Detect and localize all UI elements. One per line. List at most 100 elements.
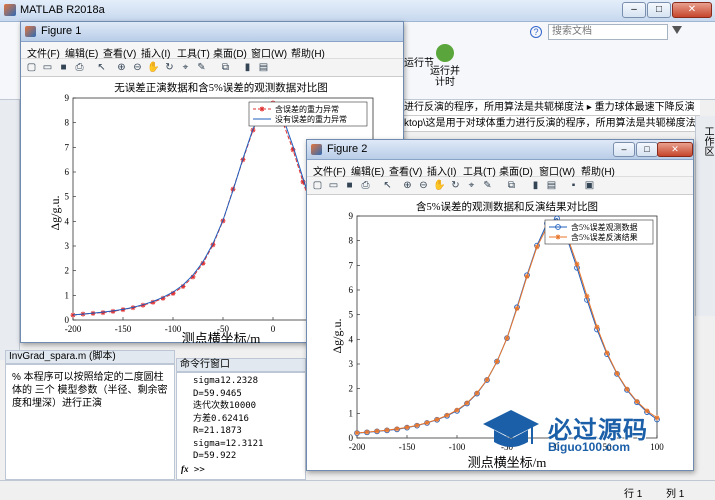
figure-2-toolbar: ▢ ▭ ■ ⎙ ↖ ⊕ ⊖ ✋ ↻ ⌖ ✎ ⧉ ▮ ▤ ▪ ▣ — [307, 177, 693, 195]
graduation-cap-icon — [483, 410, 539, 447]
command-window[interactable]: sigma12.2328 D=59.9465 迭代次数10000 方差0.624… — [176, 372, 306, 480]
pointer-icon[interactable]: ↖ — [381, 179, 394, 192]
figure-2-title-bar[interactable]: Figure 2 – □ ✕ — [307, 140, 693, 160]
run-and-time-icon[interactable] — [436, 44, 454, 62]
y-tick-label: 6 — [349, 285, 354, 295]
star-marker — [434, 417, 440, 422]
legend-icon[interactable]: ▤ — [545, 179, 558, 192]
menu-file[interactable]: 文件(F) — [27, 45, 60, 60]
menu-desktop[interactable]: 桌面(D) — [499, 163, 533, 178]
cmd-line: R=21.1873 — [193, 426, 242, 436]
save-icon[interactable]: ■ — [343, 179, 356, 192]
watermark-site: Biguo100.com — [548, 440, 631, 454]
y-tick-label: 2 — [349, 384, 354, 394]
pan-icon[interactable]: ✋ — [147, 61, 160, 74]
star-marker — [464, 400, 470, 406]
hide-plot-tools-icon[interactable]: ▪ — [567, 179, 580, 192]
breadcrumb-path[interactable]: 进行反演的程序，所用算法是共轭梯度法 ▸ 重力球体最速下降反演 — [400, 100, 700, 116]
rotate-icon[interactable]: ↻ — [449, 179, 462, 192]
link-icon[interactable]: ⧉ — [505, 179, 518, 192]
figure-2-maximize-button[interactable]: □ — [636, 142, 658, 157]
brush-icon[interactable]: ✎ — [195, 61, 208, 74]
star-marker — [504, 335, 510, 341]
x-tick-label: 0 — [271, 324, 276, 334]
zoom-out-icon[interactable]: ⊖ — [131, 61, 144, 74]
y-tick-label: 9 — [349, 211, 354, 221]
help-icon[interactable]: ? — [530, 26, 542, 38]
menu-insert[interactable]: 插入(I) — [141, 45, 170, 60]
zoom-in-icon[interactable]: ⊕ — [401, 179, 414, 192]
menu-insert[interactable]: 插入(I) — [427, 163, 456, 178]
figure-1-title-bar[interactable]: Figure 1 — [21, 22, 403, 42]
save-icon[interactable]: ■ — [57, 61, 70, 74]
y-tick-label: 4 — [349, 334, 354, 344]
menu-help[interactable]: 帮助(H) — [581, 163, 615, 178]
menu-window[interactable]: 窗口(W) — [251, 45, 287, 60]
rotate-icon[interactable]: ↻ — [163, 61, 176, 74]
figure-2-minimize-button[interactable]: – — [613, 142, 635, 157]
watermark: 必过源码 Biguo100.com — [482, 404, 682, 462]
zoom-out-icon[interactable]: ⊖ — [417, 179, 430, 192]
pointer-icon[interactable]: ↖ — [95, 61, 108, 74]
colorbar-icon[interactable]: ▮ — [529, 179, 542, 192]
cmd-prompt-row[interactable]: fx >> — [181, 463, 299, 477]
menu-edit[interactable]: 编辑(E) — [351, 163, 384, 178]
y-tick-label: 1 — [65, 290, 70, 300]
minimize-button[interactable]: – — [622, 2, 646, 18]
maximize-button[interactable]: □ — [647, 2, 671, 18]
chart-title: 无误差正演数据和含5%误差的观测数据对比图 — [114, 81, 328, 94]
cmd-line: 迭代次数10000 — [193, 401, 257, 411]
x-tick-label: -150 — [399, 442, 416, 452]
print-icon[interactable]: ⎙ — [359, 179, 372, 192]
data-cursor-icon[interactable]: ⌖ — [465, 179, 478, 192]
print-icon[interactable]: ⎙ — [73, 61, 86, 74]
filter-icon[interactable] — [672, 26, 682, 36]
pan-icon[interactable]: ✋ — [433, 179, 446, 192]
chart-title: 含5%误差的观测数据和反演结果对比图 — [416, 200, 598, 213]
y-tick-label: 2 — [65, 266, 70, 276]
star-marker — [354, 430, 360, 436]
workspace-strip[interactable]: 工作区 — [695, 116, 715, 316]
run-and-time-button[interactable]: 运行并计时 — [428, 66, 462, 88]
left-panel — [0, 100, 20, 360]
menu-help[interactable]: 帮助(H) — [291, 45, 325, 60]
open-icon[interactable]: ▭ — [41, 61, 54, 74]
legend-entry: 含误差的重力异常 — [275, 104, 339, 114]
star-marker — [514, 306, 520, 311]
menu-edit[interactable]: 编辑(E) — [65, 45, 98, 60]
menu-tools[interactable]: 工具(T) — [177, 45, 210, 60]
legend-icon[interactable]: ▤ — [257, 61, 270, 74]
y-axis-label: Δg/g.u. — [330, 318, 344, 353]
menu-desktop[interactable]: 桌面(D) — [213, 45, 247, 60]
close-button[interactable]: ✕ — [672, 2, 712, 18]
current-folder-path[interactable]: ktop\这是用于对球体重力进行反演的程序，所用算法是共轭梯度法\ — [400, 116, 700, 132]
zoom-in-icon[interactable]: ⊕ — [115, 61, 128, 74]
y-axis-label: Δg/g.u. — [48, 195, 62, 230]
y-tick-label: 3 — [65, 241, 70, 251]
show-plot-tools-icon[interactable]: ▣ — [583, 179, 596, 192]
figure-icon — [25, 26, 36, 37]
menu-view[interactable]: 查看(V) — [389, 163, 422, 178]
star-marker — [604, 350, 610, 356]
colorbar-icon[interactable]: ▮ — [241, 61, 254, 74]
x-tick-label: -50 — [217, 324, 229, 334]
star-marker — [259, 106, 265, 112]
status-bar: 行 1 列 1 — [0, 480, 715, 500]
matlab-title-bar: MATLAB R2018a – □ ✕ — [0, 0, 715, 22]
data-cursor-icon[interactable]: ⌖ — [179, 61, 192, 74]
menu-window[interactable]: 窗口(W) — [539, 163, 575, 178]
new-figure-icon[interactable]: ▢ — [25, 61, 38, 74]
search-documentation-input[interactable]: 搜索文档 — [548, 24, 668, 40]
menu-view[interactable]: 查看(V) — [103, 45, 136, 60]
menu-file[interactable]: 文件(F) — [313, 163, 346, 178]
y-tick-label: 6 — [65, 167, 70, 177]
cmd-line: sigma=12.3121 — [193, 438, 264, 449]
brush-icon[interactable]: ✎ — [481, 179, 494, 192]
figure-2-close-button[interactable]: ✕ — [657, 142, 693, 157]
menu-tools[interactable]: 工具(T) — [463, 163, 496, 178]
new-figure-icon[interactable]: ▢ — [311, 179, 324, 192]
y-tick-label: 0 — [65, 315, 70, 325]
open-icon[interactable]: ▭ — [327, 179, 340, 192]
legend-entry: 没有误差的重力异常 — [275, 114, 347, 124]
link-icon[interactable]: ⧉ — [219, 61, 232, 74]
